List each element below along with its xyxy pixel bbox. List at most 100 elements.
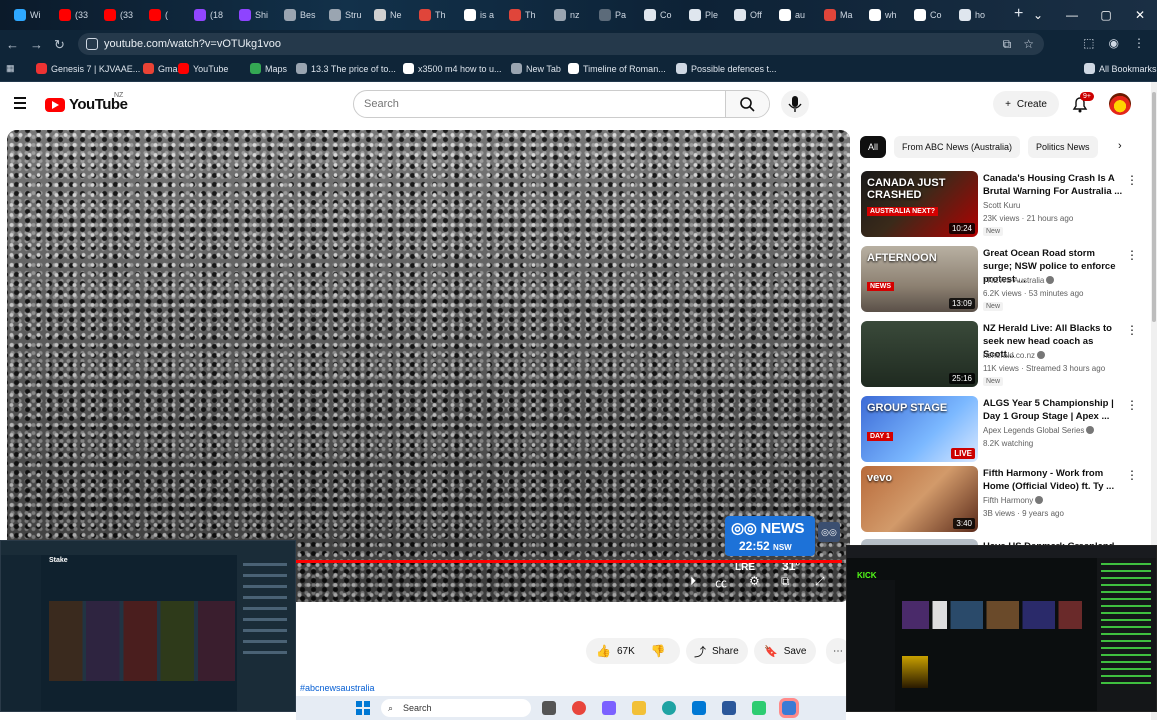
browser-tab[interactable]: Ne (374, 6, 419, 24)
browser-tab[interactable]: (33 (104, 6, 149, 24)
outlook-icon[interactable] (692, 701, 706, 715)
profile-icon[interactable]: ◉ (1109, 36, 1119, 50)
browser-tab[interactable]: Off (734, 6, 779, 24)
all-bookmarks[interactable]: All Bookmarks (1084, 63, 1157, 74)
filter-chip[interactable]: Politics News (1028, 136, 1098, 158)
chrome-icon[interactable] (572, 701, 586, 715)
browser-tab[interactable]: au (779, 6, 824, 24)
browser-tab[interactable]: Th (419, 6, 464, 24)
bookmark-item[interactable]: 13.3 The price of to... (296, 63, 396, 74)
hashtag-link[interactable]: #abcnewsaustralia (300, 683, 375, 693)
video-thumbnail[interactable]: vevo 3:40 (861, 466, 978, 532)
menu-icon[interactable] (14, 97, 26, 112)
more-options-icon[interactable]: ⋮ (1126, 248, 1138, 262)
channel-name[interactable]: Scott Kuru (983, 201, 1020, 210)
browser-tab[interactable]: nz (554, 6, 599, 24)
video-player[interactable]: ◎◎ NEWS 22:52 NSW ◎◎ LRE 31° ⏵ ㏄ ⚙ ⧉ ⤢ (7, 130, 850, 602)
edge-icon[interactable] (662, 701, 676, 715)
more-options-icon[interactable]: ⋮ (1126, 398, 1138, 412)
autoplay-toggle[interactable]: ⏵ (690, 574, 696, 589)
browser-tab[interactable]: Wi (14, 6, 59, 24)
url-text[interactable]: youtube.com/watch?v=vOTUkg1voo (104, 38, 281, 50)
recommendation-item[interactable]: CANADA JUST CRASHED AUSTRALIA NEXT? 10:24 C… (861, 171, 1146, 239)
create-button[interactable]: + Create (993, 91, 1059, 117)
bookmark-star-icon[interactable]: ☆ (1023, 37, 1034, 52)
task-view-icon[interactable] (542, 701, 556, 715)
account-avatar[interactable] (1109, 93, 1131, 115)
settings-gear-icon[interactable]: ⚙ (749, 574, 760, 588)
video-title[interactable]: Fifth Harmony - Work from Home (Official… (983, 467, 1123, 493)
fullscreen-icon[interactable]: ⤢ (815, 574, 825, 589)
recommendation-item[interactable]: GROUP STAGE DAY 1 LIVE ALGS Year 5 Champion… (861, 396, 1146, 464)
bookmark-item[interactable]: Gmail (143, 63, 182, 74)
forward-button[interactable]: → (30, 37, 43, 52)
close-window-button[interactable]: ✕ (1123, 0, 1157, 30)
browser-tab[interactable]: Co (914, 6, 959, 24)
browser-tab[interactable]: Pa (599, 6, 644, 24)
channel-name[interactable]: 7NEWS Australia (983, 276, 1055, 285)
search-input[interactable] (354, 91, 726, 117)
browser-tab[interactable]: Shi (239, 6, 284, 24)
video-title[interactable]: Canada's Housing Crash Is A Brutal Warni… (983, 172, 1123, 198)
dislike-icon[interactable]: 👎 (651, 644, 666, 658)
recommendation-item[interactable]: vevo 3:40 Fifth Harmony - Work from Home (… (861, 466, 1146, 534)
like-icon[interactable]: 👍 (596, 644, 611, 658)
more-options-icon[interactable]: ⋮ (1126, 173, 1138, 187)
save-button[interactable]: 🔖 Save (754, 638, 816, 664)
share-button[interactable]: ⤴ Share (686, 638, 748, 664)
browser-tab[interactable]: (33 (59, 6, 104, 24)
bookmark-item[interactable]: Genesis 7 | KJVAAE... (36, 63, 140, 74)
browser-tab[interactable]: wh (869, 6, 914, 24)
more-options-icon[interactable]: ⋮ (1126, 468, 1138, 482)
filter-chip[interactable]: From ABC News (Australia) (894, 136, 1021, 158)
apps-grid-icon[interactable]: ▦ (6, 63, 15, 74)
reload-button[interactable]: ↻ (54, 37, 65, 53)
channel-name[interactable]: Fifth Harmony (983, 496, 1044, 505)
browser-tab[interactable]: (18 (194, 6, 239, 24)
miniplayer-icon[interactable]: ⧉ (781, 574, 790, 589)
cast-icon[interactable]: ⧉ (1003, 37, 1012, 52)
bookmark-item[interactable]: Timeline of Roman... (568, 63, 666, 74)
like-count[interactable]: 67K (617, 646, 635, 657)
windows-start-icon[interactable] (356, 701, 370, 715)
back-button[interactable]: ← (6, 37, 19, 52)
app-icon[interactable] (602, 701, 616, 715)
voice-search-button[interactable] (781, 90, 809, 118)
video-title[interactable]: ALGS Year 5 Championship | Day 1 Group S… (983, 397, 1123, 423)
extensions-icon[interactable]: ⬚ (1083, 36, 1094, 50)
search-button[interactable] (725, 91, 769, 117)
bookmark-item[interactable]: Maps (250, 63, 287, 74)
omnibox[interactable]: youtube.com/watch?v=vOTUkg1voo ⧉ ☆ (78, 33, 1044, 55)
browser-tab[interactable]: Stru (329, 6, 374, 24)
recommendation-item[interactable]: 25:16 NZ Herald Live: All Blacks to seek … (861, 321, 1146, 389)
menu-icon[interactable]: ⋮ (1133, 36, 1145, 50)
bookmark-item[interactable]: YouTube (178, 63, 228, 74)
chevron-down-icon[interactable]: ⌄ (1021, 0, 1055, 30)
browser-tab[interactable]: ( (149, 6, 194, 24)
browser-tab[interactable]: Co (644, 6, 689, 24)
browser-tab[interactable]: Bes (284, 6, 329, 24)
browser-tab[interactable]: Ple (689, 6, 734, 24)
taskbar-search[interactable]: ⌕ Search (381, 699, 531, 717)
bookmark-item[interactable]: x3500 m4 how to u... (403, 63, 502, 74)
channel-name[interactable]: nzherald.co.nz (983, 351, 1046, 360)
video-thumbnail[interactable]: 25:16 (861, 321, 978, 387)
browser-tab[interactable]: ho (959, 6, 1004, 24)
active-app-icon[interactable] (779, 698, 799, 718)
maximize-button[interactable]: ▢ (1089, 0, 1123, 30)
chevron-right-icon[interactable]: › (1118, 140, 1122, 152)
site-info-icon[interactable] (86, 38, 98, 50)
more-options-icon[interactable]: ⋮ (1126, 323, 1138, 337)
bookmark-item[interactable]: Possible defences t... (676, 63, 777, 74)
browser-tab[interactable]: Th (509, 6, 554, 24)
app-icon[interactable] (752, 701, 766, 715)
video-thumbnail[interactable]: CANADA JUST CRASHED AUSTRALIA NEXT? 10:24 (861, 171, 978, 237)
recommendation-item[interactable]: AFTERNOON NEWS 13:09 Great Ocean Road storm… (861, 246, 1146, 314)
filter-chip[interactable]: All (860, 136, 887, 158)
file-explorer-icon[interactable] (632, 701, 646, 715)
browser-tab[interactable]: is a (464, 6, 509, 24)
browser-tab[interactable]: Ma (824, 6, 869, 24)
minimize-button[interactable]: — (1055, 0, 1089, 30)
store-icon[interactable] (722, 701, 736, 715)
bookmark-item[interactable]: New Tab (511, 63, 561, 74)
